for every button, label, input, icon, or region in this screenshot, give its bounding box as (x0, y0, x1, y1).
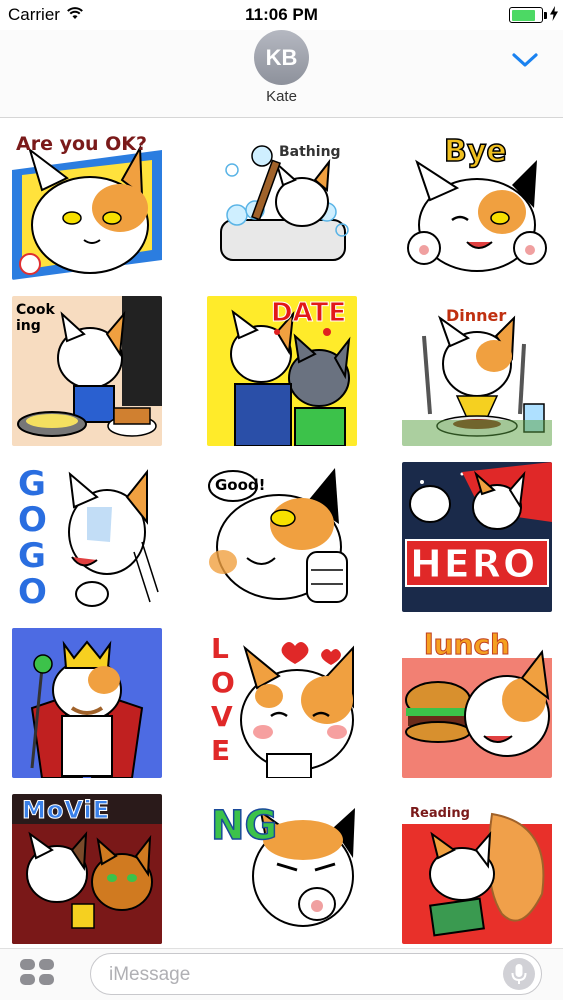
sticker-dinner[interactable]: Dinner (402, 296, 552, 446)
battery-icon (509, 7, 543, 23)
sticker-caption: GOGO (18, 464, 47, 612)
sticker-hero[interactable]: HERO (402, 462, 552, 612)
sticker-caption: Cook ing (16, 302, 55, 334)
battery-level (511, 9, 536, 21)
charging-bolt-icon (550, 6, 558, 26)
sticker-ng[interactable]: NG (207, 794, 357, 944)
status-bar: Carrier 11:06 PM (0, 0, 563, 30)
avatar[interactable]: KB (254, 30, 309, 85)
sticker-grid: Are you OK? Bathing Bye Cook ing DATE Di… (0, 118, 563, 948)
sticker-date[interactable]: DATE (207, 296, 357, 446)
sticker-bye[interactable]: Bye (402, 130, 552, 280)
app-drawer-dot (20, 959, 35, 970)
sticker-are-you-ok[interactable]: Are you OK? (12, 130, 162, 280)
sticker-lunch[interactable]: lunch (402, 628, 552, 778)
contact-name[interactable]: Kate (0, 88, 563, 105)
sticker-cooking[interactable]: Cook ing (12, 296, 162, 446)
app-drawer-dot (20, 974, 35, 985)
input-placeholder: iMessage (109, 964, 191, 985)
sticker-king[interactable] (12, 628, 162, 778)
sticker-caption: Reading (410, 806, 470, 821)
sticker-bathing[interactable]: Bathing (207, 130, 357, 280)
sticker-caption: HERO (409, 542, 538, 587)
conversation-header: KB Kate (0, 30, 563, 118)
sticker-caption: NG (210, 802, 278, 850)
sticker-caption: Dinner (446, 306, 507, 325)
sticker-caption: DATE (270, 298, 347, 329)
sticker-caption: Good! (215, 476, 266, 494)
imessage-input[interactable]: iMessage (90, 953, 542, 995)
microphone-icon[interactable] (503, 958, 535, 990)
sticker-movie[interactable]: MoViE (12, 794, 162, 944)
sticker-caption: Bathing (279, 144, 341, 160)
chevron-down-icon[interactable] (511, 52, 539, 73)
sticker-good[interactable]: Good! (207, 462, 357, 612)
sticker-caption: Bye (443, 133, 507, 170)
app-drawer-dot (39, 974, 54, 985)
message-bar: iMessage (0, 948, 563, 1000)
sticker-gogo[interactable]: GOGO (12, 462, 162, 612)
sticker-caption: Are you OK? (16, 133, 148, 155)
sticker-caption: MoViE (21, 796, 111, 825)
clock: 11:06 PM (245, 5, 318, 24)
sticker-caption: LOVE (211, 632, 235, 767)
app-drawer-dot (39, 959, 54, 970)
sticker-reading[interactable]: Reading (402, 794, 552, 944)
battery-nub (544, 12, 547, 19)
app-drawer-icon[interactable] (20, 959, 56, 989)
sticker-caption: lunch (424, 628, 511, 662)
sticker-love[interactable]: LOVE (207, 628, 357, 778)
